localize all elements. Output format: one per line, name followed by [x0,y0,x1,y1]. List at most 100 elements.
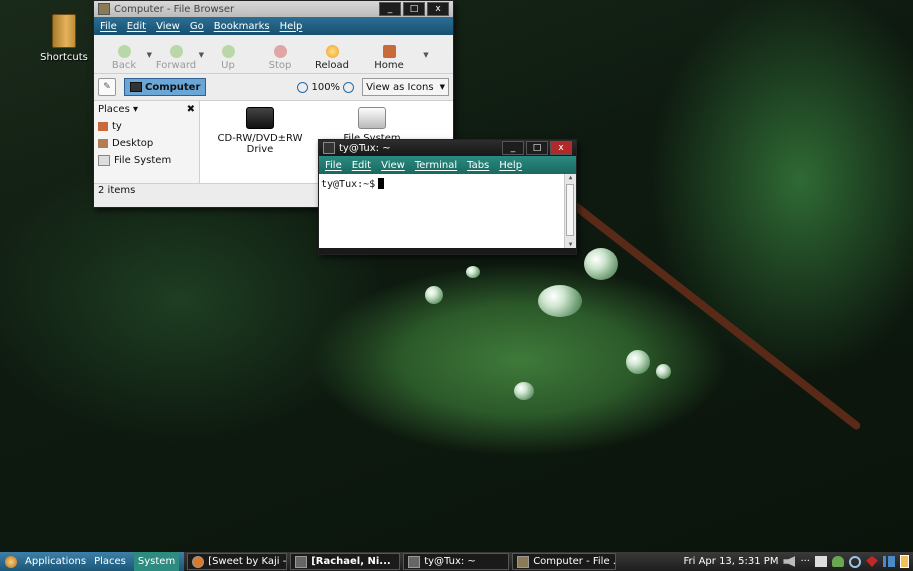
up-button[interactable]: Up [202,45,254,71]
location-bar: ✎ Computer 100% View as Icons ▼ [94,74,453,101]
search-icon[interactable] [849,555,861,568]
menu-terminal[interactable]: Terminal [415,160,457,171]
menu-bookmarks[interactable]: Bookmarks [214,21,270,32]
back-arrow-icon [117,45,131,58]
menu-file[interactable]: File [100,21,117,32]
user-icon[interactable] [832,556,844,567]
volume-icon[interactable] [783,556,796,567]
home-button[interactable]: Home [358,45,420,71]
drive-label: CD-RW/DVD±RW [217,133,303,144]
taskbar-item[interactable]: [Sweet by Kaji - ... [187,553,288,570]
sidebar-item-home[interactable]: ty [96,118,197,135]
folder-icon [52,14,76,48]
cdrom-drive-icon [246,107,274,129]
scroll-down-icon[interactable]: ▼ [565,241,576,248]
file-browser-icon [517,555,530,568]
terminal-titlebar[interactable]: ty@Tux: ~ _ □ x [319,140,576,156]
sidebar-item-desktop[interactable]: Desktop [96,135,197,152]
task-label: [Rachael, Ni... [311,556,391,567]
shortcuts-desktop-icon[interactable]: Shortcuts [38,14,90,63]
taskbar-item[interactable]: Computer - File ... [512,553,617,570]
sidebar-item-filesystem[interactable]: File System [96,152,197,169]
harddisk-icon [358,107,386,129]
wallpaper-droplet [466,266,480,278]
reload-button[interactable]: Reload [306,45,358,71]
text-cursor [378,178,385,189]
maximize-button[interactable]: □ [526,141,548,155]
maximize-button[interactable]: □ [403,2,425,16]
menu-edit[interactable]: Edit [352,160,371,171]
main-menu: Applications Places System [0,552,185,571]
cdrom-drive-item[interactable]: CD-RW/DVD±RW Drive [212,107,308,155]
menu-file[interactable]: File [325,160,342,171]
view-as-label: View as Icons [366,81,434,93]
computer-icon [130,82,142,92]
back-label: Back [111,60,137,71]
task-label: [Sweet by Kaji - ... [208,556,287,567]
menu-tabs[interactable]: Tabs [467,160,489,171]
scroll-up-icon[interactable]: ▲ [565,174,576,181]
edit-location-icon[interactable]: ✎ [98,78,116,96]
path-button-label: Computer [145,81,201,93]
menu-edit[interactable]: Edit [127,21,146,32]
minimize-button[interactable]: _ [379,2,401,16]
close-sidebar-icon[interactable]: ✖ [187,104,195,115]
up-label: Up [221,60,235,71]
shortcuts-label: Shortcuts [40,52,88,63]
terminal-menubar: File Edit View Terminal Tabs Help [319,156,576,174]
terminal-icon [408,555,421,568]
places-menu[interactable]: Places [94,556,126,567]
terminal-output[interactable]: ty@Tux:~$ ▲ ▼ [319,174,576,248]
back-button[interactable]: Back ▼ [98,45,152,71]
places-sidebar: Places ▾ ✖ ty Desktop File System [94,101,200,183]
close-button[interactable]: x [427,2,449,16]
forward-button[interactable]: Forward ▼ [150,45,204,71]
file-browser-titlebar[interactable]: Computer - File Browser _ □ x [94,1,453,17]
mail-icon[interactable] [815,556,827,567]
menu-view[interactable]: View [381,160,405,171]
wallpaper-droplet [656,364,671,379]
wallpaper-droplet [425,286,443,304]
applications-menu[interactable]: Applications [25,556,86,567]
sidebar-header: Places ▾ ✖ [96,103,197,118]
wallpaper-droplet [626,350,650,374]
stop-button[interactable]: Stop [254,45,306,71]
home-folder-icon [98,122,108,131]
terminal-scrollbar[interactable]: ▲ ▼ [564,174,576,248]
minimize-button[interactable]: _ [502,141,524,155]
menu-help[interactable]: Help [280,21,303,32]
system-menu[interactable]: System [133,552,180,571]
clock[interactable]: Fri Apr 13, 5:31 PM [684,556,779,567]
menu-view[interactable]: View [156,21,180,32]
taskbar-item[interactable]: ty@Tux: ~ [403,553,510,570]
toolbar-overflow-button[interactable]: ▼ [420,51,432,71]
wallpaper-droplet [514,382,534,400]
battery-icon[interactable] [900,555,909,568]
wallpaper-droplet [584,248,618,280]
terminal-window: ty@Tux: ~ _ □ x File Edit View Terminal … [318,139,577,255]
network-icon[interactable] [883,556,895,567]
zoom-out-icon[interactable] [297,81,309,93]
view-as-select[interactable]: View as Icons ▼ [362,78,449,96]
firefox-icon [192,555,205,568]
zoom-control: 100% [297,81,355,93]
desktop-icon [98,139,108,148]
ruby-icon[interactable] [866,556,878,567]
more-icon[interactable]: ··· [800,556,810,567]
places-dropdown[interactable]: Places ▾ [98,104,138,115]
system-tray: Fri Apr 13, 5:31 PM ··· [684,555,913,568]
menu-go[interactable]: Go [190,21,204,32]
menu-help[interactable]: Help [499,160,522,171]
scrollbar-thumb[interactable] [566,184,574,236]
zoom-level[interactable]: 100% [311,82,340,93]
taskbar-item[interactable]: [Rachael, Ni... [290,553,401,570]
stop-label: Stop [268,60,292,71]
drive-label-line2: Drive [246,144,274,155]
sidebar-item-label: Desktop [112,138,154,149]
zoom-in-icon[interactable] [343,81,355,93]
up-arrow-icon [221,45,235,58]
close-button[interactable]: x [550,141,572,155]
path-button-computer[interactable]: Computer [124,78,207,96]
file-browser-toolbar: Back ▼ Forward ▼ Up Stop Reload Home ▼ [94,35,453,74]
sidebar-item-label: File System [114,155,172,166]
